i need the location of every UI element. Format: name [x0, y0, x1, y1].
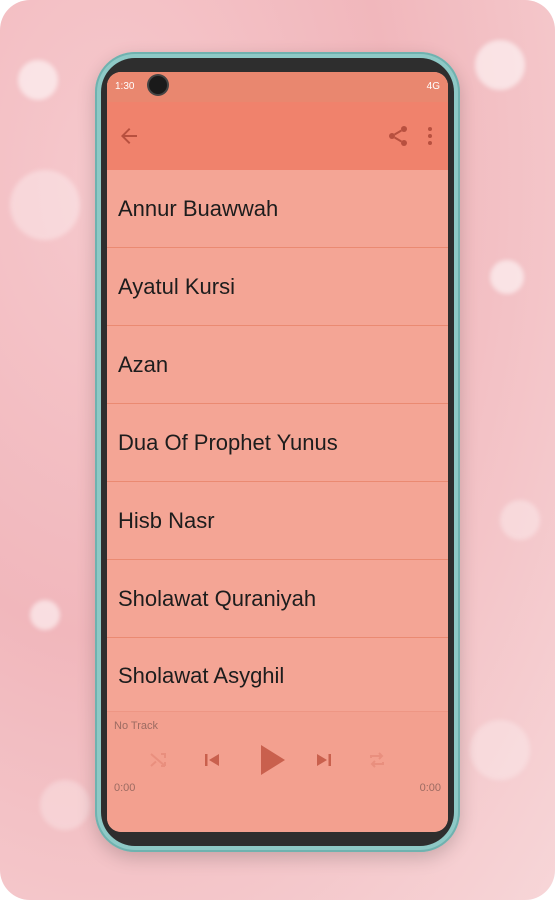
back-arrow-icon[interactable]	[117, 124, 141, 148]
status-time: 1:30	[115, 81, 135, 92]
status-signal: 4G	[426, 81, 440, 92]
bokeh-light	[40, 780, 90, 830]
list-item[interactable]: Dua Of Prophet Yunus	[107, 404, 448, 482]
bokeh-light	[18, 60, 58, 100]
bokeh-light	[490, 260, 524, 294]
list-item[interactable]: Annur Buawwah	[107, 170, 448, 248]
front-camera-icon	[149, 76, 167, 94]
list-item-label: Azan	[118, 351, 169, 377]
next-icon[interactable]	[312, 748, 336, 772]
list-item[interactable]: Sholawat Asyghil	[107, 638, 448, 714]
track-list: Annur Buawwah Ayatul Kursi Azan Dua Of P…	[107, 170, 448, 714]
audio-player: No Track 0:00 0:00	[107, 711, 448, 832]
promo-background: 1:30 4G Annur Buawwah Ayatul Kursi Azan …	[0, 0, 555, 900]
list-item[interactable]: Hisb Nasr	[107, 482, 448, 560]
share-icon[interactable]	[386, 124, 410, 148]
list-item[interactable]: Sholawat Quraniyah	[107, 560, 448, 638]
previous-icon[interactable]	[200, 748, 224, 772]
bokeh-light	[30, 600, 60, 630]
list-item-label: Dua Of Prophet Yunus	[118, 429, 338, 455]
list-item[interactable]: Azan	[107, 326, 448, 404]
list-item-label: Hisb Nasr	[118, 507, 215, 533]
more-vertical-icon[interactable]	[418, 124, 442, 148]
list-item-label: Sholawat Quraniyah	[118, 585, 317, 611]
list-item-label: Ayatul Kursi	[118, 273, 235, 299]
elapsed-time: 0:00	[114, 782, 136, 794]
bokeh-light	[10, 170, 80, 240]
bokeh-light	[470, 720, 530, 780]
repeat-icon[interactable]	[365, 748, 389, 772]
phone-frame: 1:30 4G Annur Buawwah Ayatul Kursi Azan …	[95, 52, 460, 852]
duration-time: 0:00	[419, 782, 441, 794]
bokeh-light	[500, 500, 540, 540]
list-item-label: Annur Buawwah	[118, 195, 279, 221]
list-item-label: Sholawat Asyghil	[118, 663, 285, 688]
app-toolbar	[107, 102, 448, 170]
track-name: No Track	[114, 720, 159, 732]
play-icon[interactable]	[255, 742, 287, 778]
app-screen: 1:30 4G Annur Buawwah Ayatul Kursi Azan …	[107, 72, 448, 832]
bokeh-light	[475, 40, 525, 90]
shuffle-icon[interactable]	[147, 748, 171, 772]
list-item[interactable]: Ayatul Kursi	[107, 248, 448, 326]
phone-bezel: 1:30 4G Annur Buawwah Ayatul Kursi Azan …	[101, 58, 454, 846]
